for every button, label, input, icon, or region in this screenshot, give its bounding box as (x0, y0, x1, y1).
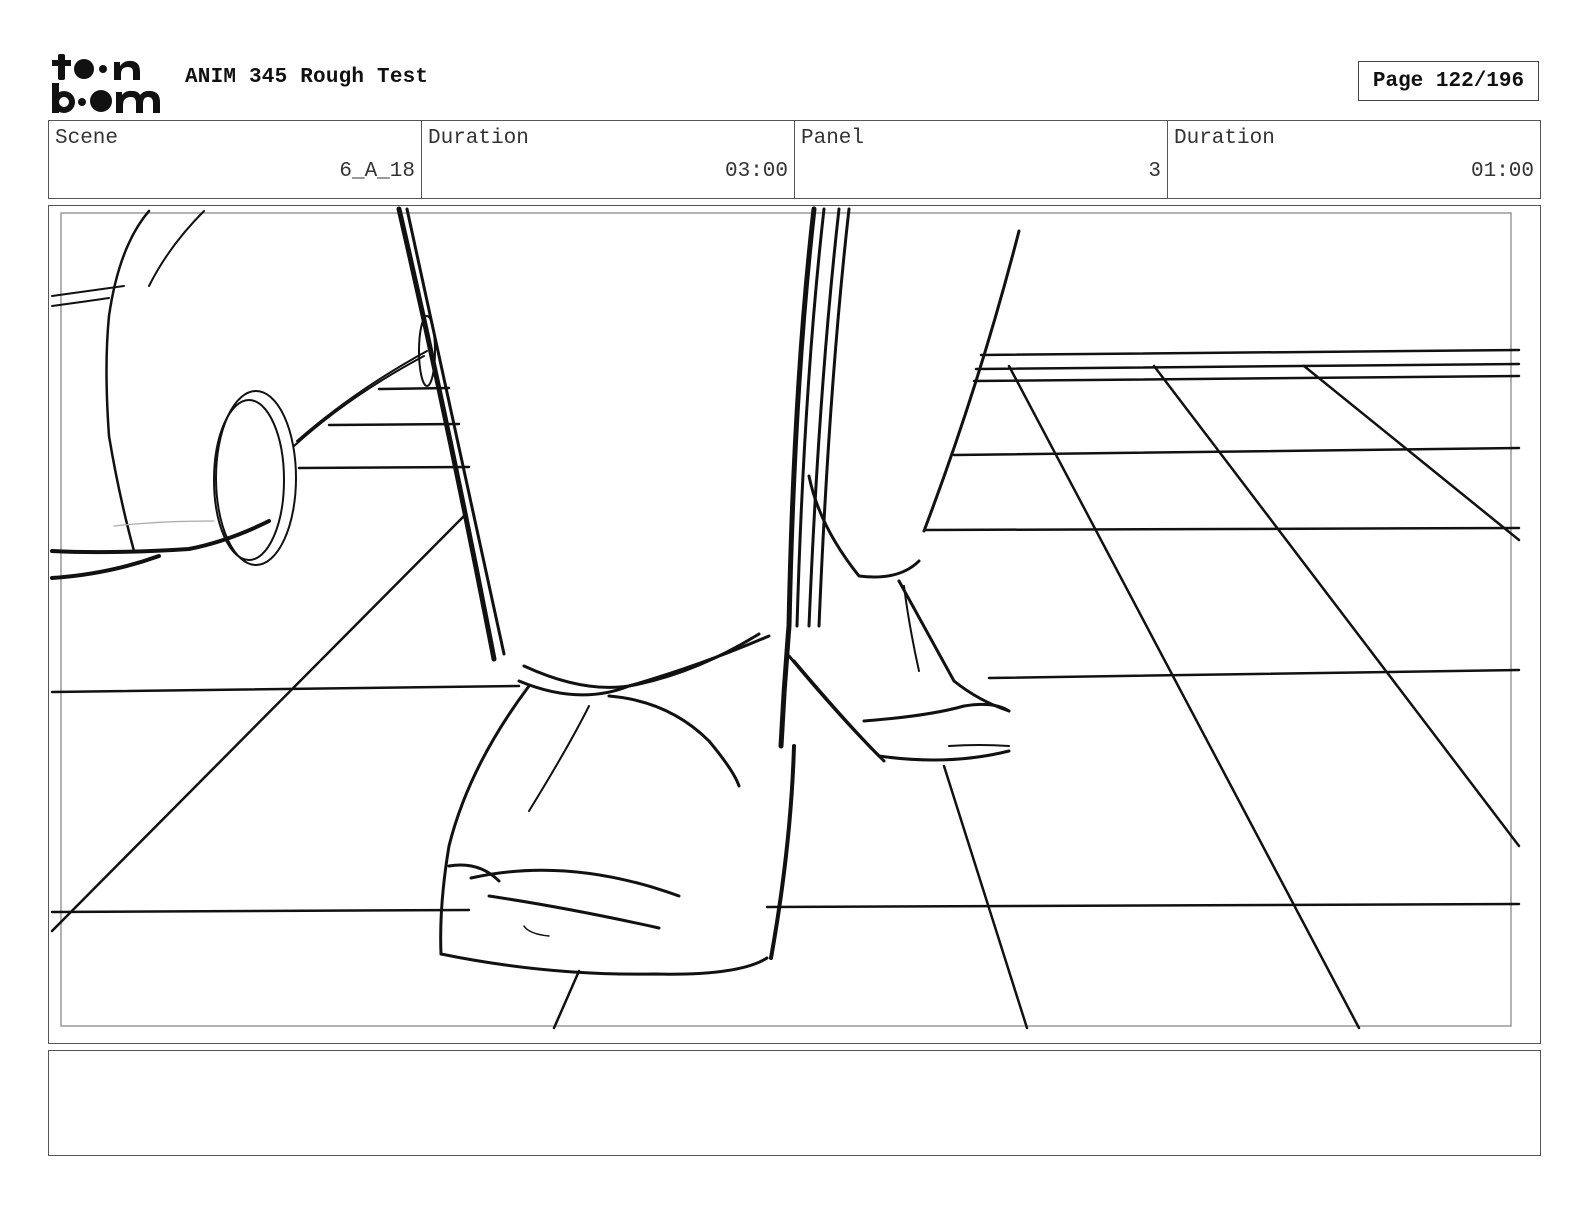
storyboard-panel (48, 205, 1541, 1044)
scene-info-table: Scene 6_A_18 Duration 03:00 Panel 3 Dura… (48, 120, 1541, 199)
scene-duration-cell: Duration 03:00 (422, 121, 795, 198)
scene-duration-label: Duration (428, 127, 529, 150)
scene-cell: Scene 6_A_18 (49, 121, 422, 198)
page-indicator: Page 122/196 (1358, 61, 1539, 101)
panel-duration-label: Duration (1174, 127, 1275, 150)
panel-sketch (50, 206, 1521, 1030)
panel-label: Panel (801, 127, 865, 150)
scene-value: 6_A_18 (339, 160, 415, 183)
toon-boom-logo (52, 54, 160, 113)
panel-duration-cell: Duration 01:00 (1168, 121, 1540, 198)
left-leg-sketch (396, 206, 771, 976)
car-sketch (50, 209, 436, 580)
panel-notes-box[interactable] (48, 1050, 1541, 1156)
document-title: ANIM 345 Rough Test (185, 66, 429, 89)
right-leg-sketch (769, 206, 1021, 960)
panel-duration-value: 01:00 (1470, 160, 1534, 183)
scene-duration-value: 03:00 (724, 160, 788, 183)
panel-cell: Panel 3 (795, 121, 1168, 198)
panel-value: 3 (1148, 160, 1161, 183)
scene-label: Scene (55, 127, 119, 150)
